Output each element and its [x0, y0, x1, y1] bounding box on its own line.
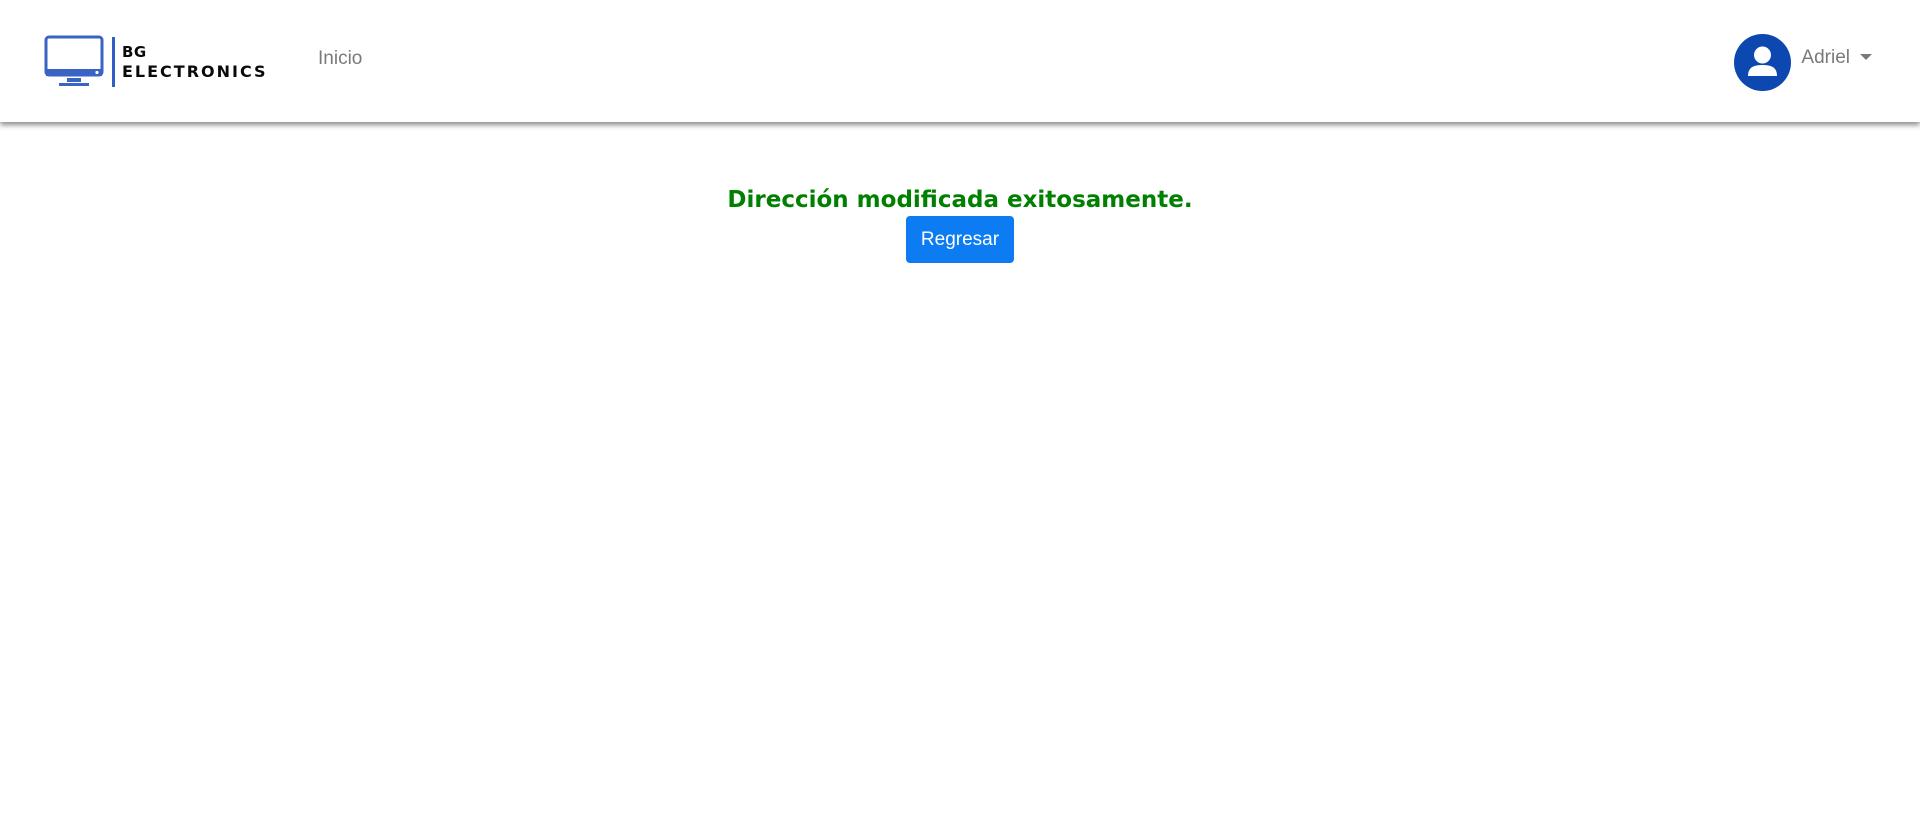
chevron-down-icon — [1860, 53, 1872, 60]
brand-line-2: ELECTRONICS — [122, 62, 268, 81]
user-menu-dropdown[interactable]: Adriel — [1734, 34, 1872, 91]
avatar — [1734, 34, 1792, 91]
brand-divider — [112, 37, 115, 87]
back-button[interactable]: Regresar — [906, 216, 1014, 263]
brand-line-1: BG — [122, 43, 147, 61]
user-icon — [1748, 46, 1778, 76]
main-content: Dirección modificada exitosamente. Regre… — [0, 122, 1920, 263]
success-message: Dirección modificada exitosamente. — [727, 187, 1193, 213]
user-name: Adriel — [1801, 46, 1850, 68]
nav-link-inicio[interactable]: Inicio — [318, 48, 362, 70]
monitor-icon — [44, 35, 104, 86]
brand-logo[interactable]: BG ELECTRONICS — [44, 34, 268, 90]
top-navbar: BG ELECTRONICS Inicio Adriel — [0, 0, 1920, 122]
brand-name: BG ELECTRONICS — [122, 42, 268, 82]
